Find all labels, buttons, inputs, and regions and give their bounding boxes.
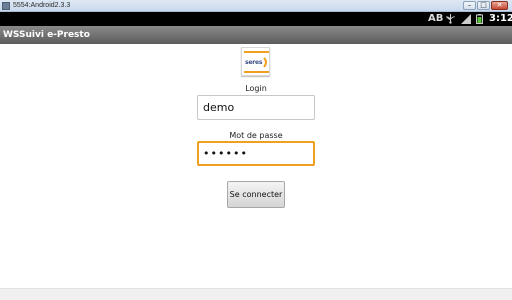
window-controls: – □ ✕	[463, 1, 508, 10]
window-title: 5554:Android2.3.3	[13, 2, 71, 9]
maximize-button[interactable]: □	[477, 1, 490, 10]
app-title-bar: WSSuivi e-Presto	[0, 26, 512, 44]
status-clock: 3:12	[489, 13, 512, 24]
bottom-area	[0, 288, 512, 300]
login-field[interactable]: demo	[197, 95, 315, 120]
connect-button[interactable]: Se connecter	[227, 181, 285, 208]
logo-text: seres	[245, 59, 263, 66]
usb-icon	[446, 14, 455, 24]
android-status-bar: AB 3:12	[0, 12, 512, 26]
keyboard-mode-indicator: AB	[428, 13, 444, 24]
password-label: Mot de passe	[229, 131, 283, 140]
battery-icon	[476, 14, 483, 24]
signal-icon	[461, 14, 471, 24]
app-window-icon	[2, 2, 10, 10]
login-label: Login	[245, 84, 267, 93]
password-field[interactable]: ••••••	[197, 141, 315, 166]
seres-logo: seres	[241, 47, 270, 76]
window-titlebar: 5554:Android2.3.3 – □ ✕	[0, 0, 512, 12]
close-button[interactable]: ✕	[491, 1, 508, 10]
minimize-button[interactable]: –	[463, 1, 476, 10]
app-title: WSSuivi e-Presto	[3, 30, 90, 40]
